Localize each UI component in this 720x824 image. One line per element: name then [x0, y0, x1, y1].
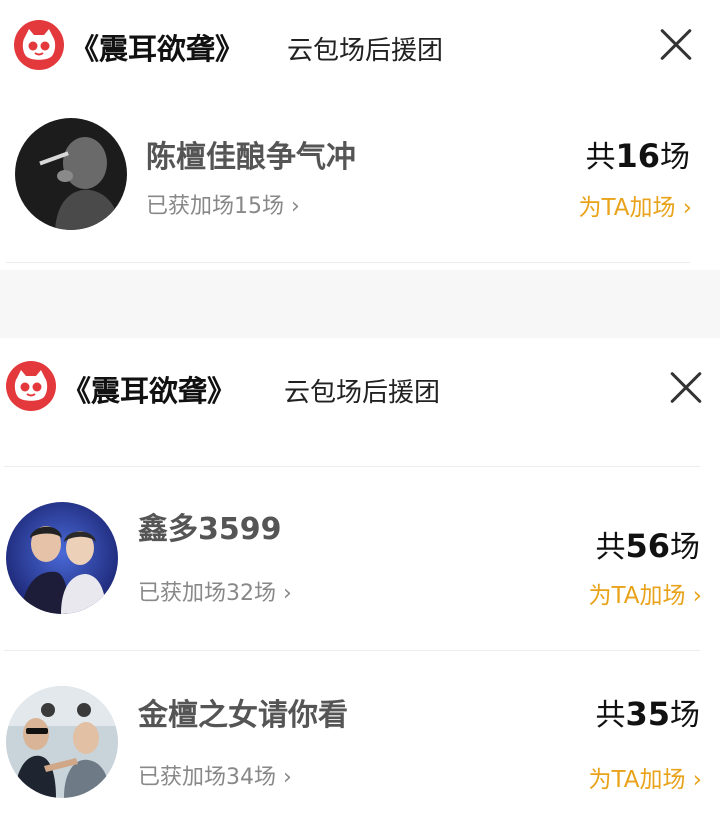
fan-club-panel-1: 《震耳欲聋》 云包场后援团 陈檀佳酿争气冲 已获加场15场 › 共16场 为TA… — [0, 0, 720, 270]
avatar — [6, 686, 118, 798]
close-icon[interactable] — [659, 27, 693, 61]
total-count: 共56场 — [595, 527, 700, 565]
cat-eye-logo-icon — [6, 361, 56, 411]
fan-row[interactable]: 金檀之女请你看 已获加场34场 › 共35场 为TA加场 › — [0, 674, 720, 824]
obtained-count[interactable]: 已获加场34场 › — [138, 759, 292, 791]
total-count: 共35场 — [595, 695, 700, 733]
add-screening-button[interactable]: 为TA加场 › — [578, 188, 692, 222]
divider — [6, 262, 690, 263]
movie-title: 《震耳欲聋》 — [70, 32, 245, 66]
fan-name: 陈檀佳酿争气冲 — [146, 140, 356, 175]
panel-header: 《震耳欲聋》 云包场后援团 — [0, 338, 720, 428]
fan-name: 鑫多3599 — [138, 512, 282, 547]
fan-club-panel-2: 《震耳欲聋》 云包场后援团 鑫多3599 已获加场32场 › 共56场 为TA加… — [0, 338, 720, 824]
avatar — [15, 118, 127, 230]
divider — [4, 466, 700, 467]
total-count: 共16场 — [585, 137, 690, 175]
panel-subtitle: 云包场后援团 — [284, 378, 441, 408]
panel-subtitle: 云包场后援团 — [287, 36, 444, 66]
add-screening-button[interactable]: 为TA加场 › — [588, 760, 702, 794]
fan-row[interactable]: 鑫多3599 已获加场32场 › 共56场 为TA加场 › — [0, 490, 720, 640]
avatar — [6, 502, 118, 614]
obtained-count[interactable]: 已获加场32场 › — [138, 575, 292, 607]
fan-name: 金檀之女请你看 — [138, 698, 348, 733]
fan-row[interactable]: 陈檀佳酿争气冲 已获加场15场 › 共16场 为TA加场 › — [0, 110, 720, 260]
panel-header: 《震耳欲聋》 云包场后援团 — [0, 0, 720, 90]
blurred-separator — [0, 270, 720, 338]
add-screening-button[interactable]: 为TA加场 › — [588, 576, 702, 610]
divider — [4, 650, 700, 651]
obtained-count[interactable]: 已获加场15场 › — [146, 188, 300, 220]
cat-eye-logo-icon — [14, 20, 64, 70]
close-icon[interactable] — [669, 370, 703, 404]
movie-title: 《震耳欲聋》 — [62, 374, 237, 408]
